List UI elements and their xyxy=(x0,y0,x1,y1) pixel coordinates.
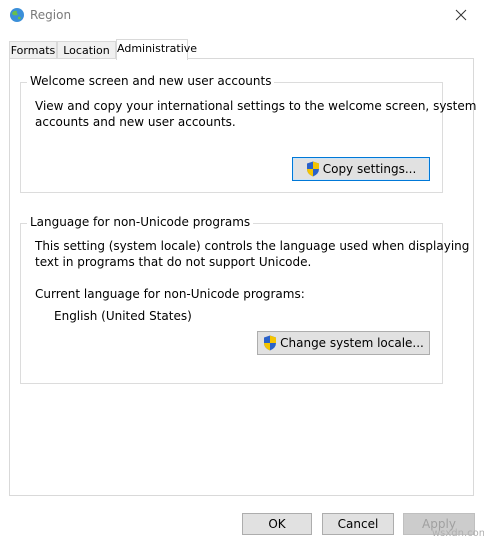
globe-icon xyxy=(10,8,24,22)
welcome-description-line2: accounts and new user accounts. xyxy=(35,115,236,129)
close-icon xyxy=(455,9,467,21)
copy-settings-label: Copy settings... xyxy=(322,162,417,176)
locale-description-line1: This setting (system locale) controls th… xyxy=(35,239,470,253)
tab-strip: Formats Location Administrative xyxy=(9,39,469,60)
uac-shield-icon xyxy=(264,335,277,351)
copy-settings-button[interactable]: Copy settings... xyxy=(292,157,430,181)
current-language-value: English (United States) xyxy=(54,309,192,323)
window-title: Region xyxy=(30,8,72,22)
change-system-locale-button[interactable]: Change system locale... xyxy=(257,331,430,355)
tab-administrative[interactable]: Administrative xyxy=(116,39,197,60)
change-system-locale-label: Change system locale... xyxy=(280,336,424,350)
uac-shield-icon xyxy=(306,161,319,177)
tab-location[interactable]: Location xyxy=(57,41,116,59)
current-language-label: Current language for non-Unicode program… xyxy=(35,287,305,301)
group-legend: Language for non-Unicode programs xyxy=(27,215,254,229)
close-button[interactable] xyxy=(438,0,484,30)
ok-button[interactable]: OK xyxy=(242,513,312,535)
locale-description-line2: text in programs that do not support Uni… xyxy=(35,255,312,269)
group-legend: Welcome screen and new user accounts xyxy=(27,74,275,88)
title-bar: Region xyxy=(0,0,484,30)
welcome-description-line1: View and copy your international setting… xyxy=(35,99,477,113)
cancel-button[interactable]: Cancel xyxy=(322,513,394,535)
tab-formats[interactable]: Formats xyxy=(9,41,57,59)
watermark: wsxdn.com xyxy=(432,528,484,539)
